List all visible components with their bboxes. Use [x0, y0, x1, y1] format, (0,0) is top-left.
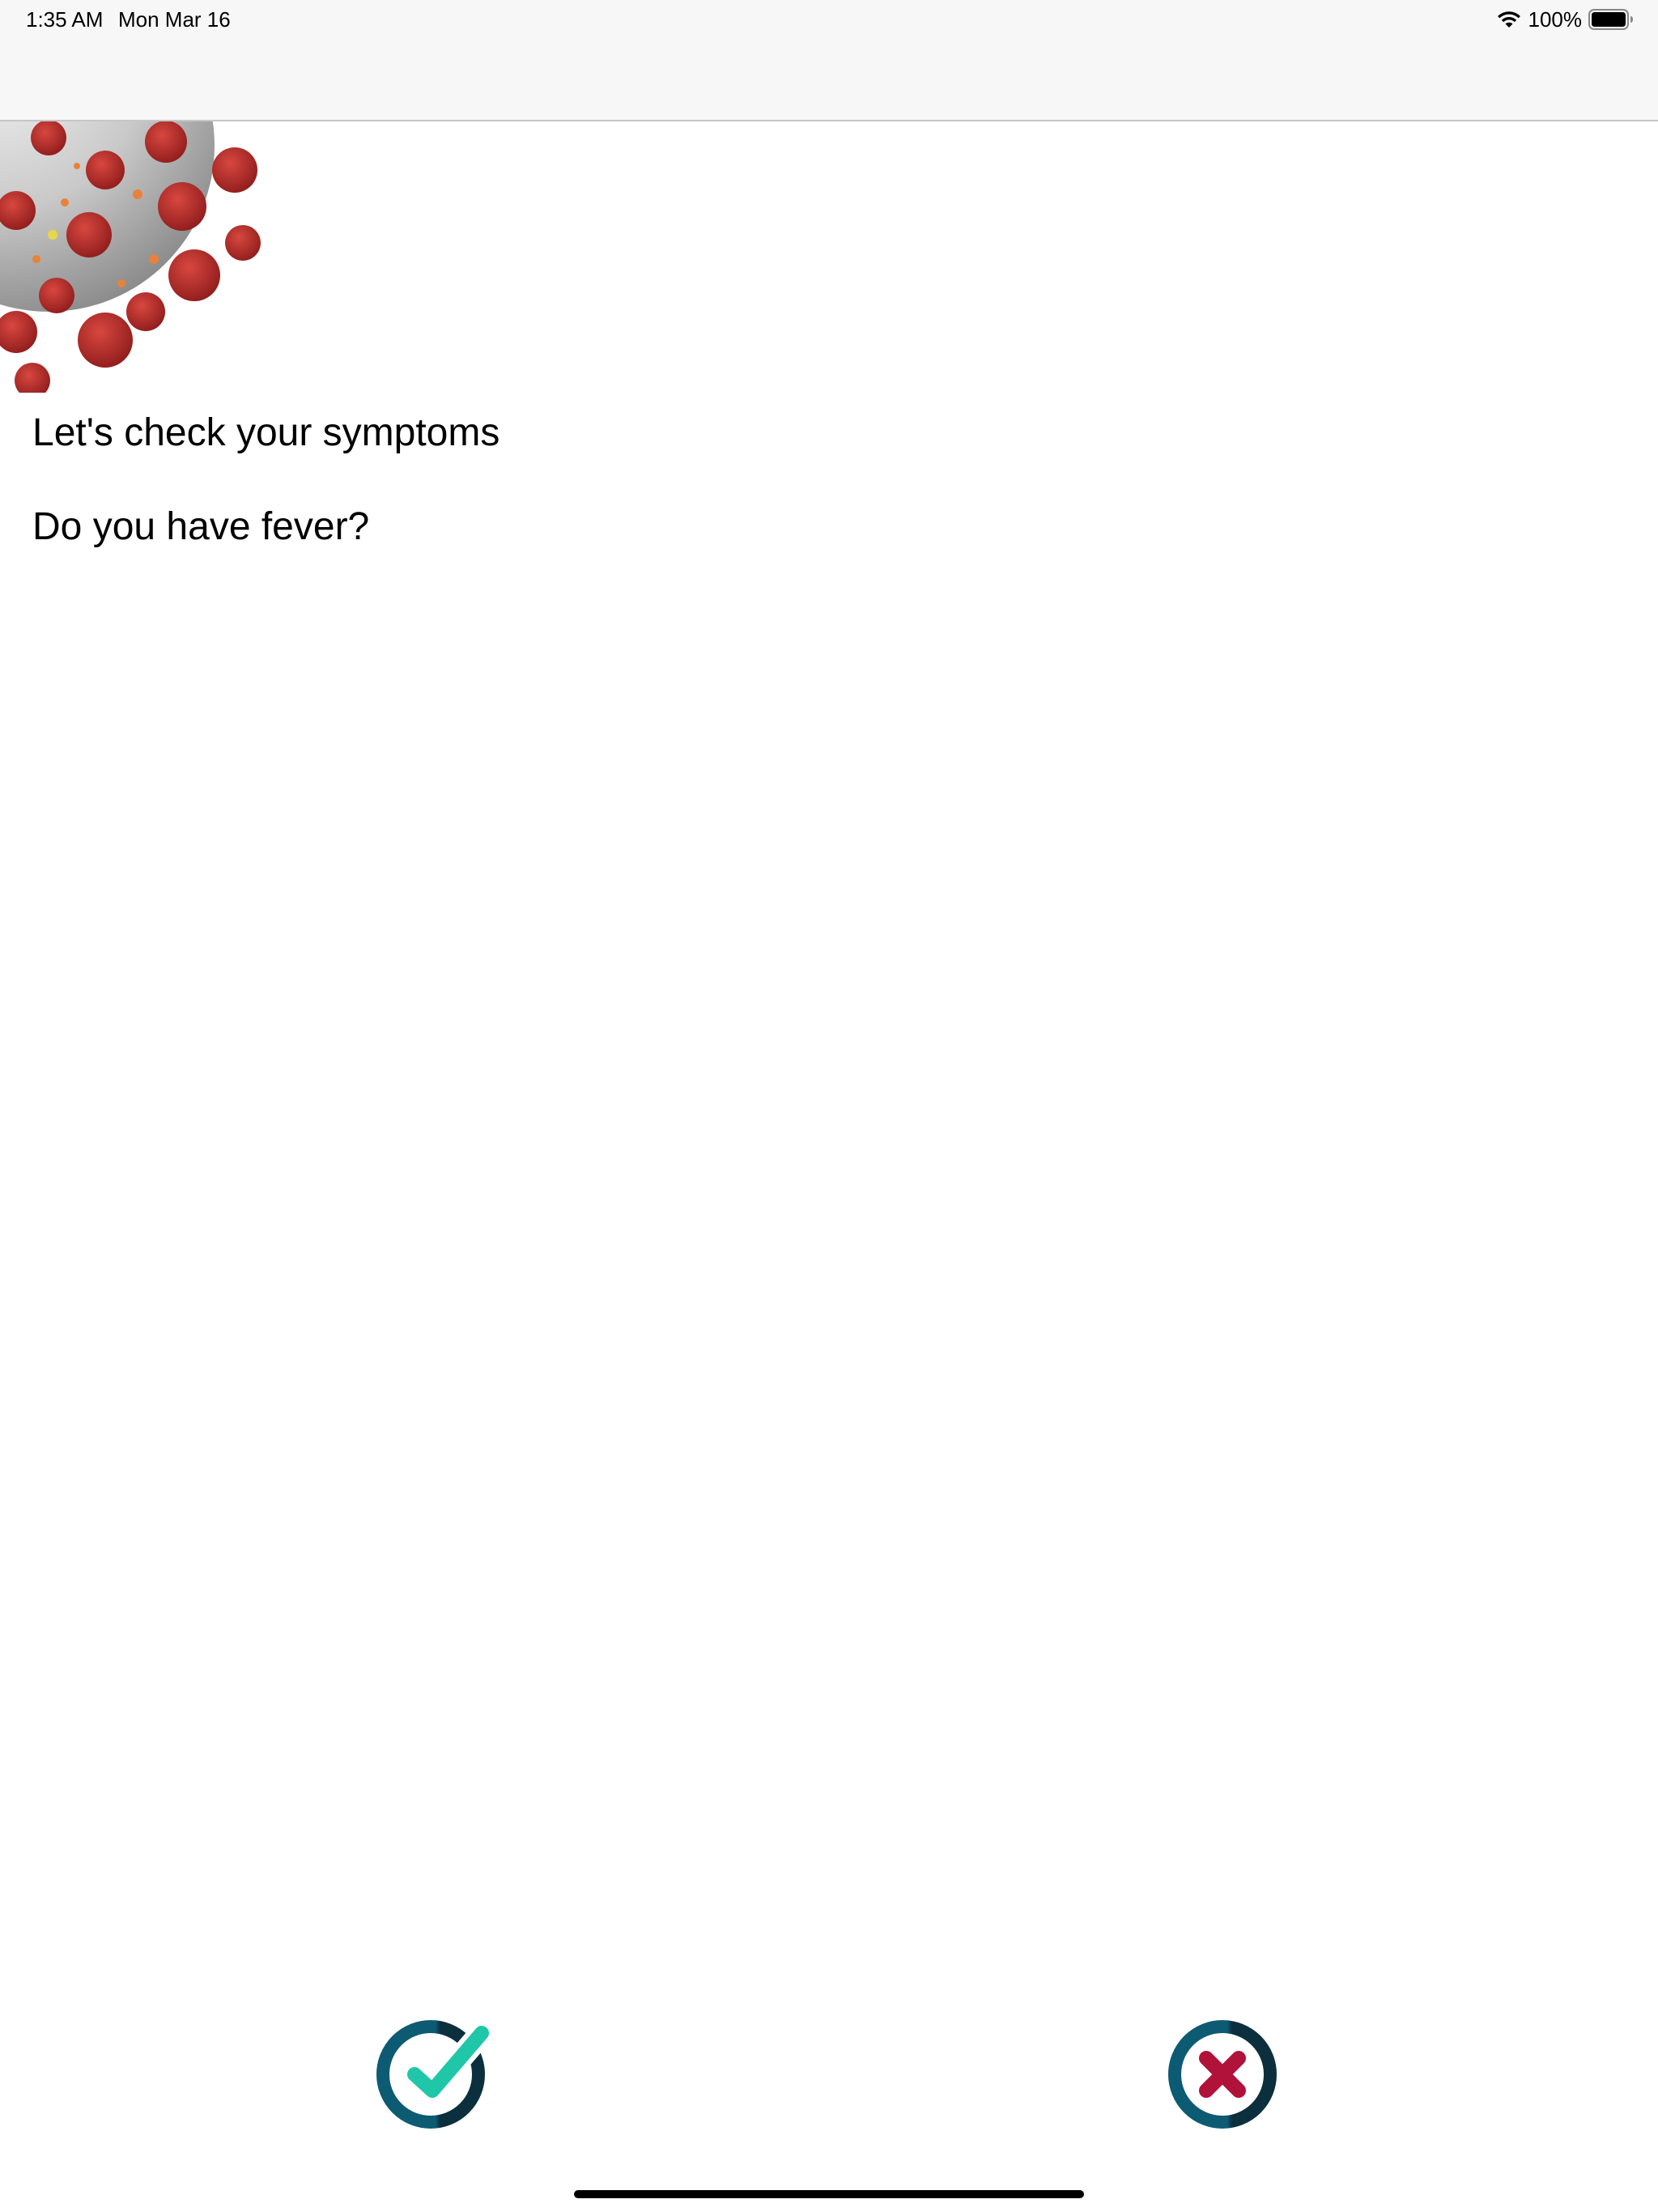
yes-button[interactable]: [376, 2013, 495, 2133]
symptom-question: Do you have fever?: [32, 505, 370, 548]
virus-graphic: [0, 121, 261, 393]
no-button[interactable]: [1166, 2013, 1286, 2133]
home-indicator[interactable]: [574, 2190, 1084, 2198]
battery-percentage: 100%: [1528, 7, 1583, 32]
status-indicators: 100%: [1496, 5, 1635, 34]
battery-full-icon: [1588, 9, 1633, 30]
x-circle-icon: [1168, 2020, 1277, 2129]
status-date: Mon Mar 16: [118, 7, 231, 32]
checkmark-circle-icon: [376, 2020, 494, 2129]
wifi-icon: [1497, 11, 1520, 28]
status-time: 1:35 AM: [26, 7, 104, 32]
navigation-bar: 1:35 AM Mon Mar 16 100%: [0, 0, 1658, 121]
coronavirus-illustration: [0, 121, 275, 393]
page-heading: Let's check your symptoms: [32, 411, 500, 454]
